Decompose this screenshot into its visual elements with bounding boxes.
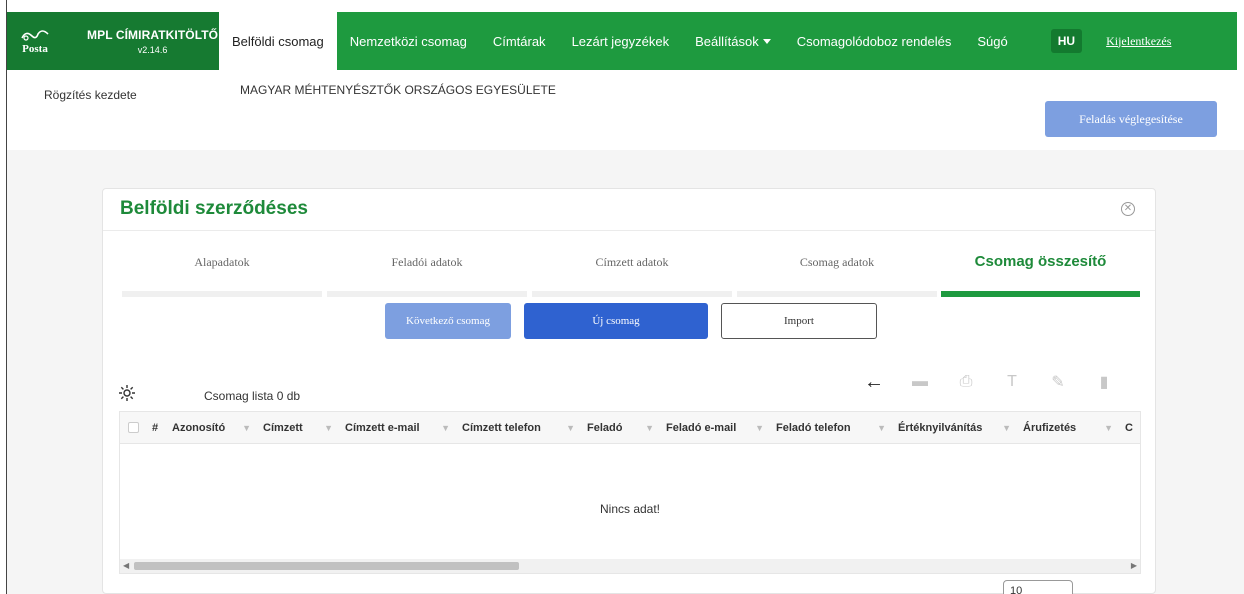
card-title: Belföldi szerződéses	[120, 198, 308, 219]
step-csomag-adatok[interactable]: Csomag adatok	[737, 247, 937, 297]
column-label: Árufizetés	[1023, 421, 1077, 434]
column-label: Feladó telefon	[776, 421, 851, 434]
label-print-icon[interactable]: ▬	[905, 367, 935, 397]
table-toolbar: ← ▬ ⎙ T ✎ ▮	[859, 367, 1135, 397]
logout-link[interactable]: Kijelentkezés	[1106, 34, 1171, 49]
page-size-select[interactable]: 10	[1003, 580, 1073, 594]
nav-beallitasok[interactable]: Beállítások	[682, 12, 784, 70]
column-cimzett-email[interactable]: Címzett e-mail ▼	[339, 412, 456, 443]
filter-icon[interactable]: ▼	[1002, 423, 1011, 433]
step-label: Alapadatok	[194, 255, 250, 269]
column-label: Címzett telefon	[462, 421, 541, 434]
card-divider	[103, 230, 1155, 231]
pencil-icon[interactable]: ✎	[1043, 367, 1073, 397]
nav-beallitasok-label: Beállítások	[695, 33, 759, 49]
start-label: Rögzítés kezdete	[44, 88, 137, 102]
column-azonosito[interactable]: Azonosító ▼	[166, 412, 257, 443]
step-alapadatok[interactable]: Alapadatok	[122, 247, 322, 297]
step-label: Csomag összesítő	[974, 253, 1107, 270]
horizontal-scrollbar[interactable]: ◀ ▶	[120, 559, 1140, 573]
column-truncated: C	[1125, 421, 1133, 434]
column-felado-telefon[interactable]: Feladó telefon ▼	[770, 412, 892, 443]
column-label: Feladó	[587, 421, 623, 434]
new-package-button[interactable]: Új csomag	[524, 303, 708, 339]
filter-icon[interactable]: ▼	[755, 423, 764, 433]
scroll-right-icon[interactable]: ▶	[1131, 561, 1137, 570]
app-name: MPL CÍMIRATKITÖLTŐ	[87, 27, 219, 42]
arrow-left-icon[interactable]: ←	[859, 367, 889, 397]
step-label: Csomag adatok	[799, 255, 875, 269]
trash-icon[interactable]: ▮	[1089, 367, 1119, 397]
posta-logo[interactable]: Posta	[7, 12, 63, 70]
main-menu: Belföldi csomag Nemzetközi csomag Címtár…	[219, 12, 1021, 70]
column-label: Címzett e-mail	[345, 421, 420, 434]
step-label: Címzett adatok	[595, 255, 669, 269]
nav-lezart-jegyzekek[interactable]: Lezárt jegyzékek	[559, 12, 683, 70]
app-version: v2.14.6	[137, 44, 168, 55]
printer-icon[interactable]: ⎙	[951, 367, 981, 397]
nav-nemzetkozi-csomag[interactable]: Nemzetközi csomag	[337, 12, 480, 70]
chevron-down-icon	[762, 38, 771, 44]
nav-cimtarak[interactable]: Címtárak	[480, 12, 559, 70]
table-header: # Azonosító ▼ Címzett ▼ Címzett e-mail ▼ Cí…	[120, 412, 1140, 444]
package-table: # Azonosító ▼ Címzett ▼ Címzett e-mail ▼ Cí…	[119, 411, 1141, 574]
column-felado[interactable]: Feladó ▼	[581, 412, 660, 443]
column-index: #	[152, 421, 159, 434]
column-arufizetes[interactable]: Árufizetés ▼	[1017, 412, 1119, 443]
language-selector[interactable]: HU	[1050, 29, 1083, 53]
shipment-card: Belföldi szerződéses ✕ Alapadatok Feladó…	[102, 188, 1156, 594]
close-icon[interactable]: ✕	[1121, 202, 1135, 216]
scroll-left-icon[interactable]: ◀	[123, 561, 129, 570]
brand-block: Posta MPL CÍMIRATKITÖLTŐ v2.14.6	[7, 12, 219, 70]
column-cimzett[interactable]: Címzett ▼	[257, 412, 339, 443]
next-package-button[interactable]: Következő csomag	[385, 303, 511, 339]
column-label: Azonosító	[172, 421, 226, 434]
posthorn-icon	[21, 29, 49, 41]
top-navbar: Posta MPL CÍMIRATKITÖLTŐ v2.14.6 Belföld…	[7, 12, 1237, 70]
step-label: Feladói adatok	[391, 255, 463, 269]
step-bar	[532, 291, 732, 297]
logo-text: Posta	[22, 42, 48, 55]
text-icon[interactable]: T	[997, 367, 1027, 397]
window-edge	[0, 0, 7, 594]
scroll-thumb[interactable]	[134, 562, 519, 570]
column-cimzett-telefon[interactable]: Címzett telefon ▼	[456, 412, 581, 443]
filter-icon[interactable]: ▼	[242, 423, 251, 433]
select-all-checkbox[interactable]	[120, 412, 146, 443]
empty-state: Nincs adat!	[599, 502, 661, 516]
step-csomag-osszesito[interactable]: Csomag összesítő	[941, 247, 1140, 297]
column-label: Címzett	[263, 421, 303, 434]
finalize-button[interactable]: Feladás véglegesítése	[1045, 101, 1217, 137]
nav-sugo[interactable]: Súgó	[964, 12, 1020, 70]
step-bar	[737, 291, 937, 297]
gear-icon[interactable]	[118, 384, 136, 402]
filter-icon[interactable]: ▼	[877, 423, 886, 433]
column-label: Értéknyilvánítás	[898, 421, 983, 434]
step-cimzett-adatok[interactable]: Címzett adatok	[532, 247, 732, 297]
column-erteknyilvanitas[interactable]: Értéknyilvánítás ▼	[892, 412, 1017, 443]
step-feladoi-adatok[interactable]: Feladói adatok	[327, 247, 527, 297]
step-bar-active	[941, 291, 1140, 297]
filter-icon[interactable]: ▼	[441, 423, 450, 433]
filter-icon[interactable]: ▼	[645, 423, 654, 433]
step-bar	[327, 291, 527, 297]
step-bar	[122, 291, 322, 297]
wizard-steps: Alapadatok Feladói adatok Címzett adatok…	[122, 247, 1140, 297]
filter-icon[interactable]: ▼	[566, 423, 575, 433]
nav-csomagolodoboz-rendeles[interactable]: Csomagolódoboz rendelés	[784, 12, 965, 70]
filter-icon[interactable]: ▼	[1104, 423, 1113, 433]
nav-belfoldi-csomag[interactable]: Belföldi csomag	[219, 12, 337, 70]
column-label: Feladó e-mail	[666, 421, 737, 434]
subheader: Rögzítés kezdete MAGYAR MÉHTENYÉSZTŐK OR…	[7, 70, 1244, 150]
column-felado-email[interactable]: Feladó e-mail ▼	[660, 412, 770, 443]
organization-name: MAGYAR MÉHTENYÉSZTŐK ORSZÁGOS EGYESÜLETE	[240, 83, 556, 97]
package-list-title: Csomag lista 0 db	[204, 389, 301, 403]
app-title: MPL CÍMIRATKITÖLTŐ v2.14.6	[87, 28, 218, 55]
import-button[interactable]: Import	[721, 303, 877, 339]
filter-icon[interactable]: ▼	[324, 423, 333, 433]
